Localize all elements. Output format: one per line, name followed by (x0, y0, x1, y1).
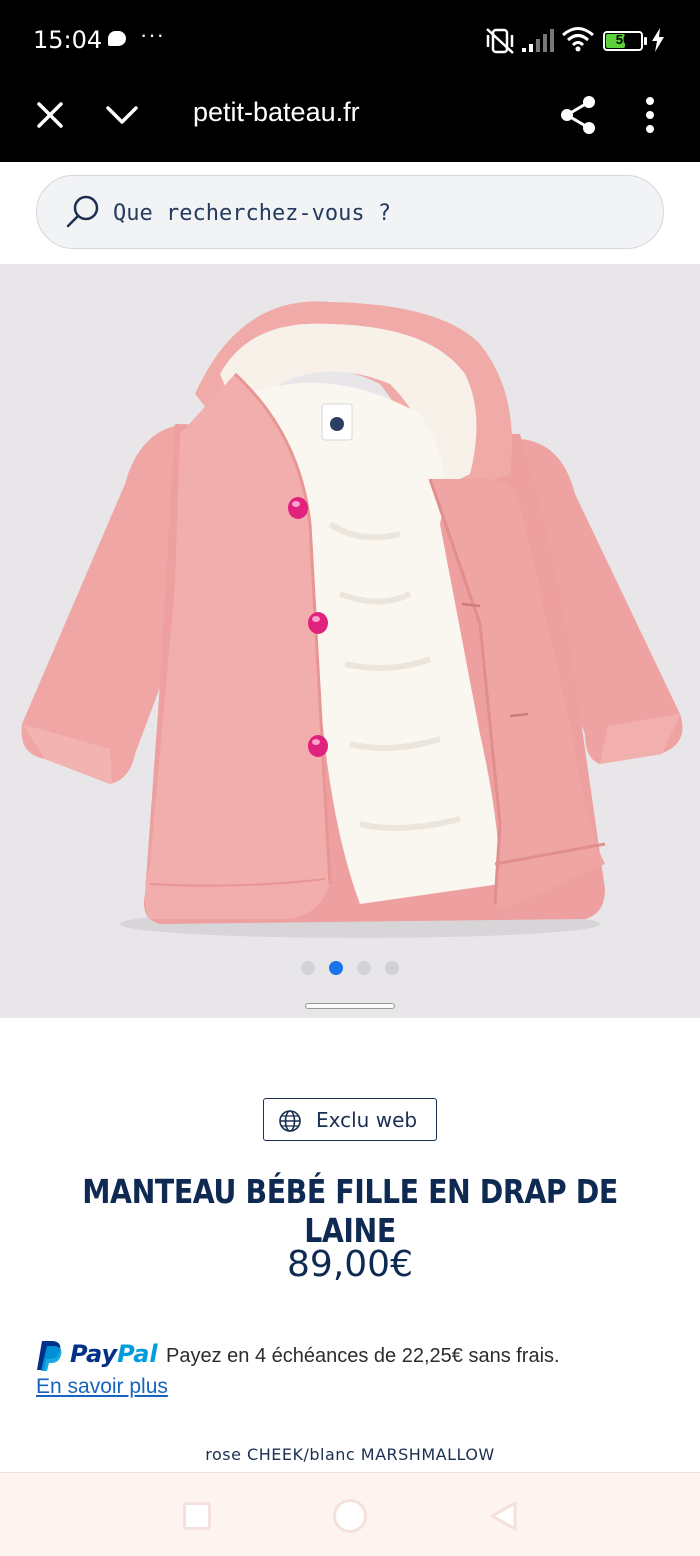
paypal-installments: PayPal Payez en 4 échéances de 22,25€ sa… (36, 1340, 676, 1372)
close-icon[interactable] (28, 93, 72, 137)
paypal-installments-text: Payez en 4 échéances de 22,25€ sans frai… (166, 1345, 560, 1367)
more-notifications-icon: ··· (140, 22, 165, 47)
share-icon[interactable] (557, 93, 601, 137)
wifi-icon (562, 27, 594, 52)
paypal-logo-icon (37, 1341, 62, 1371)
exclu-web-badge: Exclu web (263, 1098, 437, 1141)
badge-label: Exclu web (316, 1108, 418, 1132)
product-color-name: rose CHEEK/blanc MARSHMALLOW (205, 1445, 495, 1464)
chevron-down-icon[interactable] (100, 93, 144, 137)
home-button[interactable] (333, 1499, 367, 1533)
product-title: MANTEAU BÉBÉ FILLE EN DRAP DE LAINE (82, 1172, 618, 1250)
system-navigation-bar (0, 1472, 700, 1556)
search-input[interactable] (113, 176, 633, 248)
browser-url[interactable]: petit-bateau.fr (193, 97, 360, 128)
battery-level: 50 (615, 32, 631, 47)
search-bar[interactable] (36, 175, 664, 249)
globe-icon (279, 1110, 301, 1132)
chat-notification-icon (108, 31, 126, 46)
status-bar: 15:04 ··· 50 (0, 0, 700, 80)
back-button[interactable] (488, 1500, 518, 1532)
status-time: 15:04 (33, 26, 103, 54)
search-section (0, 162, 700, 264)
paypal-learn-more-link[interactable]: En savoir plus (36, 1375, 168, 1399)
product-image-gallery[interactable] (0, 264, 700, 1018)
gallery-scroll-handle[interactable] (305, 1003, 395, 1009)
search-icon (66, 195, 99, 228)
recent-apps-button[interactable] (183, 1502, 211, 1530)
gallery-dot[interactable] (301, 961, 315, 975)
battery-icon: 50 (603, 31, 643, 51)
paypal-wordmark: PayPal (70, 1340, 158, 1368)
mute-vibrate-icon (486, 28, 514, 54)
product-image (21, 301, 683, 938)
charging-icon (652, 28, 664, 52)
product-price: 89,00€ (287, 1244, 413, 1285)
more-options-icon[interactable] (628, 93, 672, 137)
browser-toolbar: petit-bateau.fr (0, 80, 700, 162)
gallery-dot-active[interactable] (329, 961, 343, 975)
signal-icon (522, 29, 554, 52)
gallery-pagination (0, 961, 700, 975)
gallery-dot[interactable] (357, 961, 371, 975)
gallery-dot[interactable] (385, 961, 399, 975)
